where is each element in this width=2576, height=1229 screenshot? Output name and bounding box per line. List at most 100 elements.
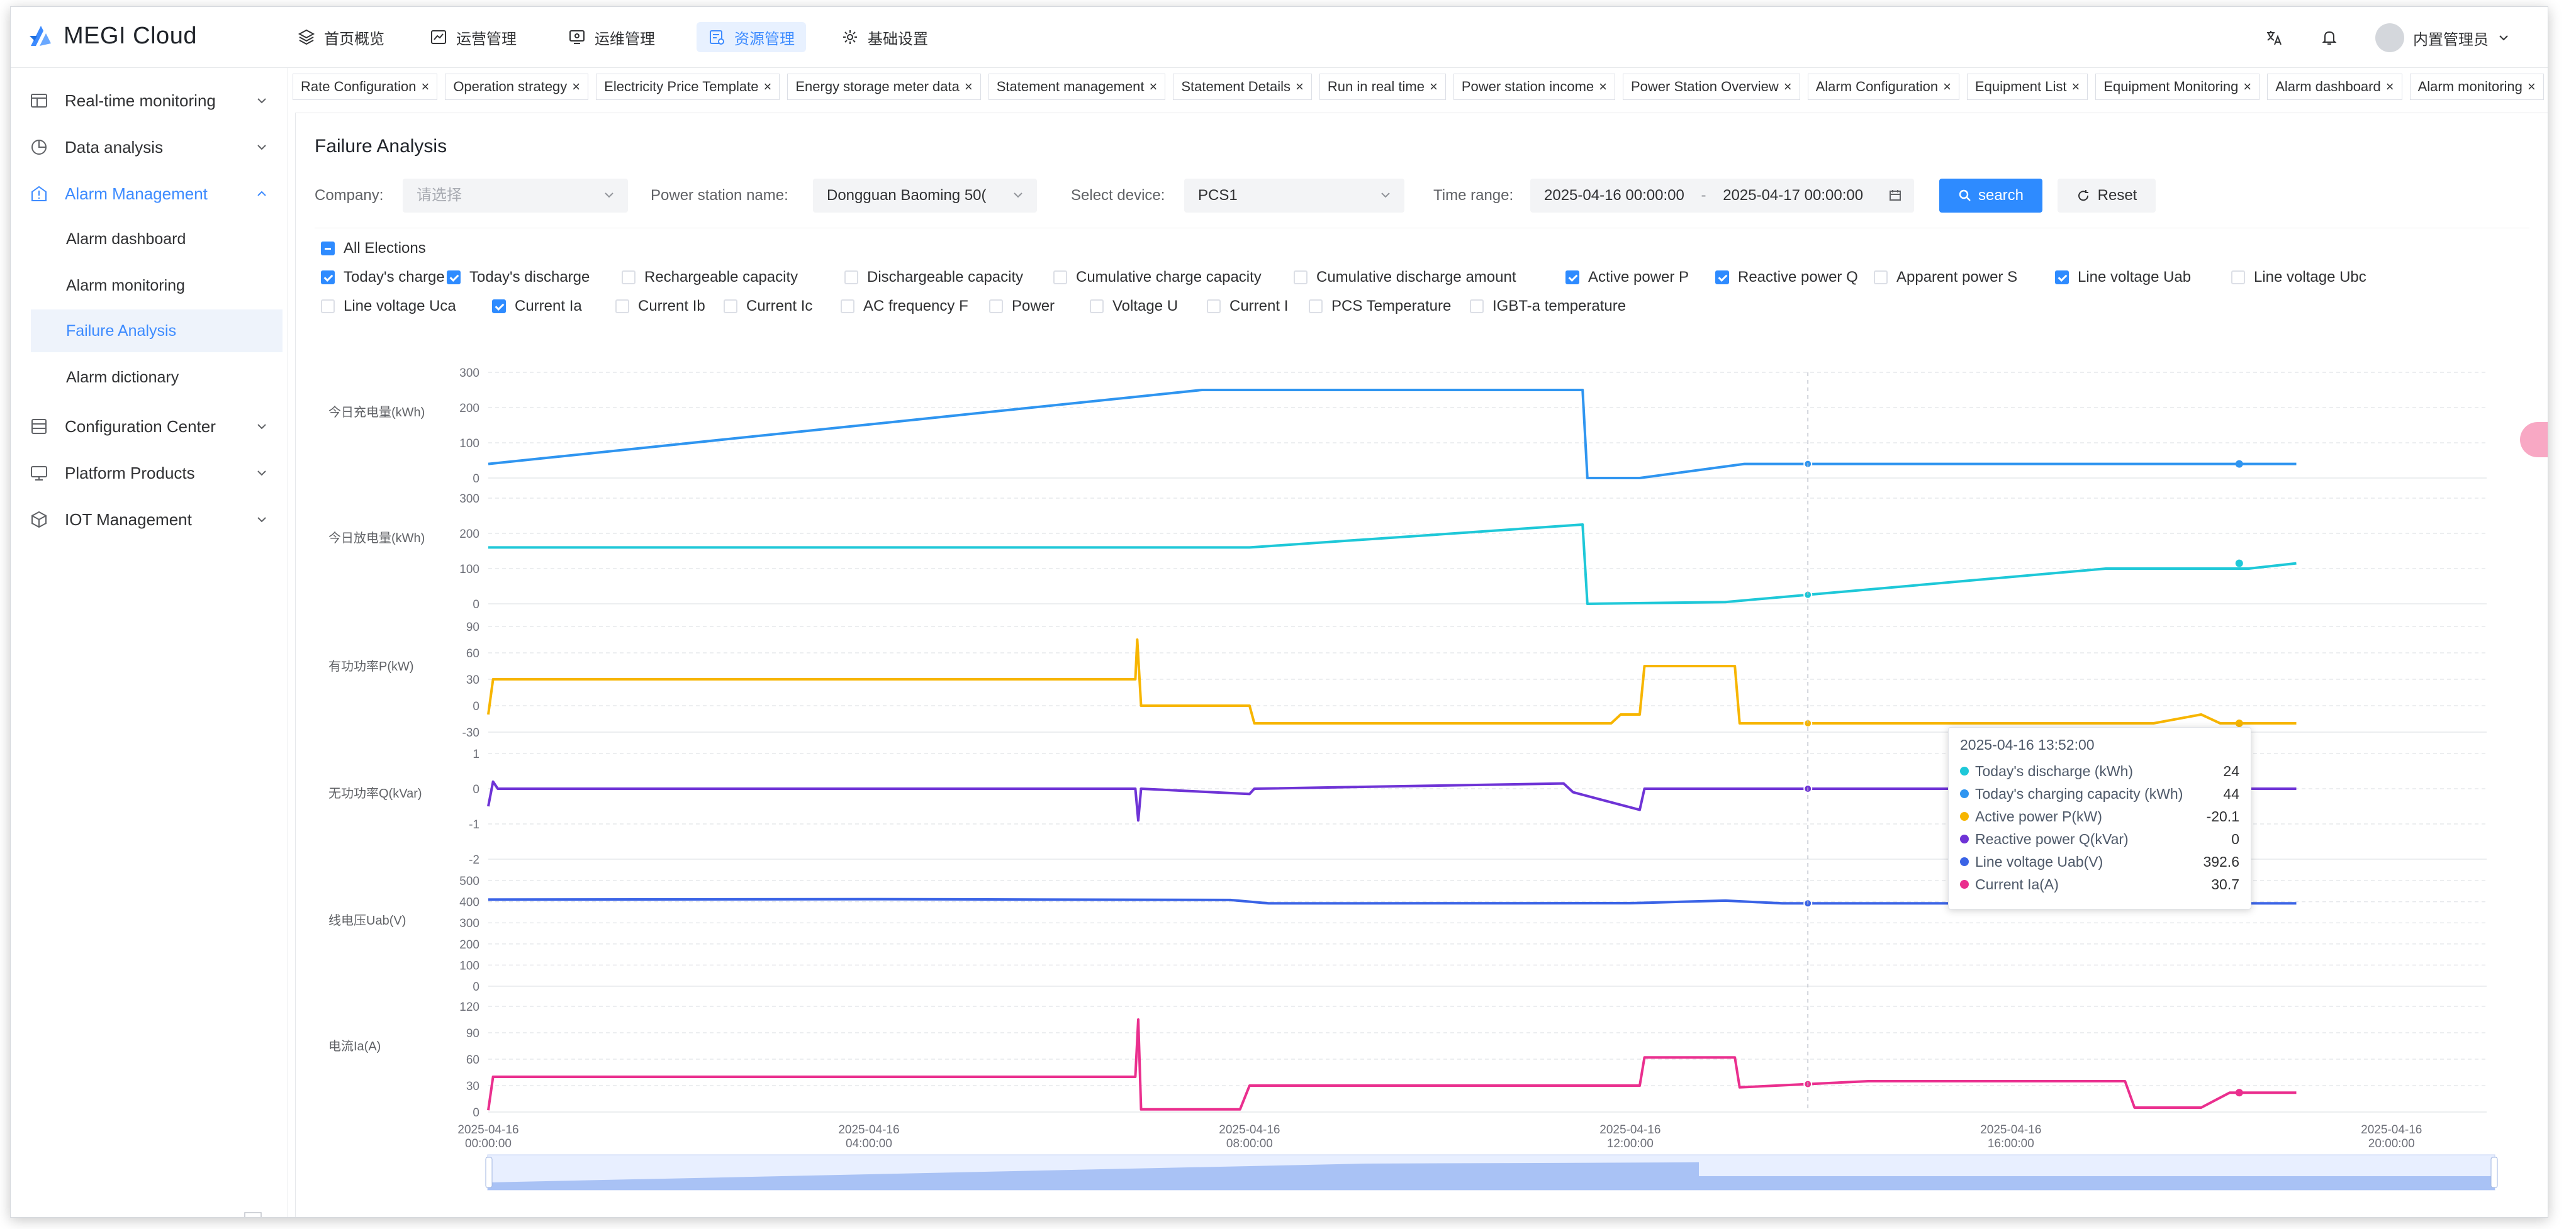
- chevron-up-icon: [257, 191, 266, 196]
- translate-icon[interactable]: [2265, 28, 2283, 47]
- close-icon[interactable]: ×: [421, 79, 429, 95]
- x-tick-date: 2025-04-16: [1980, 1123, 2041, 1137]
- tooltip-label: Today's discharge (kWh): [1975, 762, 2134, 779]
- y-tick-label: -1: [469, 818, 479, 831]
- series-dot: [1960, 812, 1969, 821]
- tab-label: Alarm monitoring: [2417, 79, 2523, 94]
- tab-label: Statement Details: [1181, 79, 1291, 94]
- close-icon[interactable]: ×: [2243, 79, 2251, 95]
- datazoom-left-handle[interactable]: [485, 1157, 493, 1188]
- tooltip-label: Today's charging capacity (kWh): [1975, 785, 2183, 802]
- chevron-down-icon[interactable]: [2497, 31, 2510, 44]
- tab-item[interactable]: Energy storage meter data ×: [787, 74, 981, 100]
- sidebar-subitem-alarm-monitoring[interactable]: Alarm monitoring: [31, 264, 283, 307]
- close-icon[interactable]: ×: [1150, 79, 1158, 95]
- close-icon[interactable]: ×: [764, 79, 772, 95]
- chevron-down-icon: [257, 424, 266, 430]
- sidebar-item-label: Platform Products: [65, 463, 195, 482]
- tab-item[interactable]: Equipment List ×: [1966, 74, 2088, 100]
- failure-analysis-chart: 0100200300今日充电量(kWh)0100200300今日放电量(kWh)…: [328, 367, 2498, 1191]
- sidebar-subitem-alarm-dashboard[interactable]: Alarm dashboard: [31, 218, 283, 260]
- x-tick-date: 2025-04-16: [1599, 1123, 1660, 1137]
- chart-box-icon: [431, 30, 446, 44]
- alarm-house-icon: [31, 186, 47, 201]
- y-tick-label: 0: [473, 783, 479, 796]
- collapse-sidebar-icon[interactable]: [244, 1211, 262, 1218]
- sidebar-subitem-label: Alarm dashboard: [66, 230, 186, 248]
- tooltip-label: Current Ia(A): [1975, 876, 2059, 893]
- user-name[interactable]: 内置管理员: [2413, 27, 2489, 49]
- sidebar-item-platform-products[interactable]: Platform Products: [30, 453, 281, 493]
- sidebar-item-label: Configuration Center: [65, 416, 216, 436]
- tab-item[interactable]: Operation strategy ×: [445, 74, 589, 100]
- sidebar-subitem-label: Alarm dictionary: [66, 368, 179, 386]
- tooltip-row: Today's charging capacity (kWh) 44: [1960, 782, 2239, 805]
- topnav-resources[interactable]: 资源管理: [697, 22, 806, 52]
- topnav-maintenance[interactable]: 运维管理: [557, 22, 666, 52]
- close-icon[interactable]: ×: [2386, 79, 2394, 95]
- close-icon[interactable]: ×: [2071, 79, 2080, 95]
- tab-item[interactable]: Alarm Configuration ×: [1807, 74, 1959, 100]
- close-icon[interactable]: ×: [2528, 79, 2536, 95]
- sidebar-item-data-analysis[interactable]: Data analysis: [30, 127, 281, 167]
- series-line: [487, 638, 2297, 725]
- chevron-down-icon: [257, 517, 266, 523]
- topnav-label: 运维管理: [595, 30, 655, 48]
- main-content: Failure Analysis Company: 请选择 Power stat…: [295, 113, 2548, 1217]
- close-icon[interactable]: ×: [965, 79, 973, 95]
- data-point: [2235, 559, 2243, 567]
- tab-item[interactable]: Alarm monitoring ×: [2409, 74, 2544, 100]
- y-tick-label: 120: [459, 1001, 479, 1014]
- tab-label: Run in real time: [1327, 79, 1425, 94]
- topnav-settings[interactable]: 基础设置: [830, 22, 939, 52]
- desktop-icon: [31, 466, 47, 481]
- tab-item[interactable]: Rate Configuration ×: [293, 74, 438, 100]
- x-tick-date: 2025-04-16: [838, 1123, 899, 1137]
- sidebar-subitem-failure-analysis[interactable]: Failure Analysis: [31, 309, 283, 352]
- tab-label: Equipment List: [1974, 79, 2067, 94]
- x-tick-time: 04:00:00: [846, 1137, 892, 1150]
- close-icon[interactable]: ×: [1430, 79, 1438, 95]
- tab-item[interactable]: Alarm dashboard ×: [2267, 74, 2402, 100]
- close-icon[interactable]: ×: [572, 79, 580, 95]
- close-icon[interactable]: ×: [1784, 79, 1792, 95]
- x-tick-date: 2025-04-16: [1219, 1123, 1280, 1137]
- sidebar-item-alarm-management[interactable]: Alarm Management: [30, 174, 281, 214]
- tooltip-value: 44: [2223, 785, 2239, 802]
- layers-icon: [298, 29, 315, 45]
- tooltip-value: 392.6: [2203, 853, 2239, 870]
- topnav-overview[interactable]: 首页概览: [286, 22, 396, 52]
- monitor-icon: [569, 30, 585, 44]
- sidebar-item-realtime-monitoring[interactable]: Real-time monitoring: [30, 81, 281, 121]
- tab-item[interactable]: Power Station Overview ×: [1623, 74, 1800, 100]
- tooltip-time: 2025-04-16 13:52:00: [1960, 737, 2095, 753]
- close-icon[interactable]: ×: [1599, 79, 1607, 95]
- y-tick-label: 0: [473, 981, 479, 994]
- tab-item[interactable]: Equipment Monitoring ×: [2095, 74, 2260, 100]
- logo[interactable]: MEGI Cloud: [27, 22, 197, 50]
- tab-item[interactable]: Run in real time ×: [1319, 74, 1446, 100]
- tab-label: Alarm dashboard: [2275, 79, 2381, 94]
- series-line: [488, 523, 2297, 605]
- sidebar-item-iot-management[interactable]: IOT Management: [30, 499, 281, 540]
- tab-label: Operation strategy: [453, 79, 568, 94]
- sidebar-subitem-alarm-dictionary[interactable]: Alarm dictionary: [31, 356, 283, 399]
- tab-item[interactable]: Power station income ×: [1453, 74, 1615, 100]
- tab-item[interactable]: Statement Details ×: [1173, 74, 1312, 100]
- series-dot: [1960, 835, 1969, 843]
- x-tick-date: 2025-04-16: [2361, 1123, 2422, 1137]
- tooltip-row: Current Ia(A) 30.7: [1960, 873, 2239, 896]
- pie-chart-icon: [31, 140, 47, 155]
- topnav-operations[interactable]: 运营管理: [418, 22, 528, 52]
- series-dot: [1960, 857, 1969, 866]
- close-icon[interactable]: ×: [1296, 79, 1304, 95]
- tab-item[interactable]: Electricity Price Template ×: [596, 74, 780, 100]
- tab-item[interactable]: Statement management ×: [988, 74, 1166, 100]
- sidebar-item-configuration-center[interactable]: Configuration Center: [30, 406, 281, 447]
- tooltip-value: 24: [2223, 762, 2239, 779]
- bell-icon[interactable]: [2320, 28, 2339, 47]
- y-axis-label: 今日放电量(kWh): [328, 531, 425, 545]
- close-icon[interactable]: ×: [1943, 79, 1951, 95]
- datazoom-right-handle[interactable]: [2490, 1157, 2498, 1188]
- avatar[interactable]: [2375, 23, 2404, 52]
